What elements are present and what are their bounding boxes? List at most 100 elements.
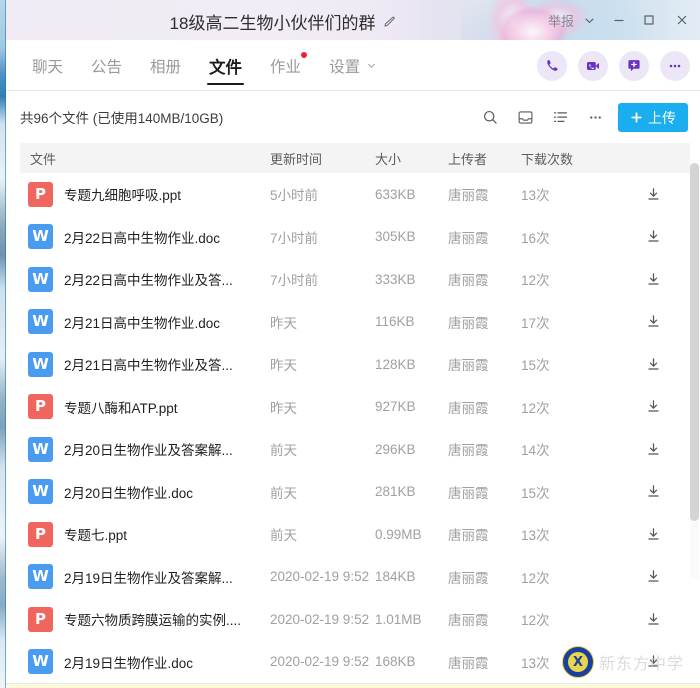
table-row[interactable]: W2月22日高中生物作业.doc7小时前305KB唐丽霞16次 — [20, 216, 690, 259]
download-icon[interactable] — [646, 569, 661, 584]
column-header-file[interactable]: 文件 — [20, 149, 270, 168]
tab-announcement[interactable]: 公告 — [77, 40, 136, 91]
file-downloads: 12次 — [521, 567, 617, 587]
tab-homework[interactable]: 作业 — [256, 40, 315, 91]
file-name-cell[interactable]: W2月22日高中生物作业及答... — [20, 267, 270, 292]
upload-button[interactable]: 上传 — [618, 103, 688, 132]
file-update-time: 昨天 — [270, 397, 375, 417]
download-icon[interactable] — [646, 314, 661, 329]
file-update-time: 前天 — [270, 524, 375, 544]
file-type-doc-icon: W — [28, 224, 53, 249]
file-uploader: 唐丽霞 — [448, 567, 521, 587]
file-storage-summary: 共96个文件 (已使用140MB/10GB) — [20, 107, 223, 127]
file-name-cell[interactable]: W2月20日生物作业.doc — [20, 479, 270, 504]
file-downloads: 15次 — [521, 482, 617, 502]
file-downloads: 13次 — [521, 524, 617, 544]
file-name-cell[interactable]: P专题九细胞呼吸.ppt — [20, 182, 270, 207]
header-action-buttons — [537, 40, 690, 91]
file-name-cell[interactable]: W2月22日高中生物作业.doc — [20, 224, 270, 249]
file-update-time: 7小时前 — [270, 269, 375, 289]
download-icon[interactable] — [646, 612, 661, 627]
download-icon[interactable] — [646, 272, 661, 287]
file-name-cell[interactable]: P专题七.ppt — [20, 522, 270, 547]
table-row[interactable]: W2月19日生物作业.doc2020-02-19 9:52168KB唐丽霞13次 — [20, 641, 690, 684]
file-update-time: 7小时前 — [270, 227, 375, 247]
tab-files[interactable]: 文件 — [195, 40, 256, 91]
table-row[interactable]: W2月20日生物作业.doc前天281KB唐丽霞15次 — [20, 471, 690, 514]
maximize-icon[interactable] — [634, 0, 664, 40]
tab-chat[interactable]: 聊天 — [18, 40, 77, 91]
inbox-tray-icon[interactable] — [517, 109, 534, 126]
scrollbar-thumb[interactable] — [690, 163, 699, 521]
file-name-cell[interactable]: W2月21日高中生物作业.doc — [20, 309, 270, 334]
file-name: 专题六物质跨膜运输的实例.... — [64, 609, 241, 629]
file-size: 128KB — [375, 357, 448, 372]
column-header-uploader[interactable]: 上传者 — [448, 149, 521, 168]
pencil-edit-icon[interactable] — [383, 15, 396, 28]
tab-settings[interactable]: 设置 — [315, 40, 391, 91]
download-icon[interactable] — [646, 229, 661, 244]
video-call-icon[interactable] — [578, 51, 608, 81]
file-name-cell[interactable]: P专题六物质跨膜运输的实例.... — [20, 607, 270, 632]
file-name-cell[interactable]: P 专题八酶和ATP.ppt — [20, 394, 270, 419]
table-row[interactable]: P专题九细胞呼吸.ppt5小时前633KB唐丽霞13次 — [20, 173, 690, 216]
table-row[interactable]: P专题六物质跨膜运输的实例....2020-02-19 9:521.01MB唐丽… — [20, 598, 690, 641]
file-downloads: 12次 — [521, 397, 617, 417]
file-uploader: 唐丽霞 — [448, 184, 521, 204]
file-name: 2月19日生物作业及答案解... — [64, 567, 233, 587]
notification-badge-dot — [301, 52, 307, 58]
tab-list: 聊天 公告 相册 文件 作业 设置 — [18, 40, 391, 91]
file-update-time: 昨天 — [270, 312, 375, 332]
file-name: 2月21日高中生物作业.doc — [64, 312, 220, 332]
table-row[interactable]: P专题八酶和ATP.ppt昨天927KB唐丽霞12次 — [20, 386, 690, 429]
tab-label: 文件 — [209, 54, 242, 78]
close-icon[interactable] — [664, 0, 700, 40]
search-icon[interactable] — [482, 109, 499, 126]
download-icon[interactable] — [646, 527, 661, 542]
download-icon[interactable] — [646, 357, 661, 372]
file-uploader: 唐丽霞 — [448, 439, 521, 459]
file-type-ppt-icon: P — [28, 394, 53, 419]
table-row[interactable]: P专题七.ppt前天0.99MB唐丽霞13次 — [20, 513, 690, 556]
more-icon[interactable] — [587, 109, 604, 126]
file-size: 333KB — [375, 272, 448, 287]
report-button[interactable]: 举报 — [548, 11, 574, 30]
file-update-time: 5小时前 — [270, 184, 375, 204]
file-name: 2月20日生物作业.doc — [64, 482, 193, 502]
file-name-cell[interactable]: W2月19日生物作业及答案解... — [20, 564, 270, 589]
voice-call-icon[interactable] — [537, 51, 567, 81]
tab-label: 设置 — [329, 55, 360, 77]
table-row[interactable]: W2月21日高中生物作业及答...昨天128KB唐丽霞15次 — [20, 343, 690, 386]
column-header-downloads[interactable]: 下载次数 — [521, 149, 617, 168]
table-row[interactable]: W2月19日生物作业及答案解...2020-02-19 9:52184KB唐丽霞… — [20, 556, 690, 599]
table-row[interactable]: W2月21日高中生物作业.doc昨天116KB唐丽霞17次 — [20, 301, 690, 344]
column-header-size[interactable]: 大小 — [375, 149, 448, 168]
file-uploader: 唐丽霞 — [448, 354, 521, 374]
file-name-cell[interactable]: W2月19日生物作业.doc — [20, 649, 270, 674]
chevron-down-icon[interactable] — [574, 0, 604, 40]
download-icon[interactable] — [646, 654, 661, 669]
table-row[interactable]: W2月20日生物作业及答案解...前天296KB唐丽霞14次 — [20, 428, 690, 471]
file-name: 专题八酶和ATP.ppt — [64, 397, 178, 417]
more-options-icon[interactable] — [660, 51, 690, 81]
download-icon[interactable] — [646, 442, 661, 457]
file-update-time: 2020-02-19 9:52 — [270, 612, 375, 627]
tab-album[interactable]: 相册 — [136, 40, 195, 91]
file-name-cell[interactable]: W2月21日高中生物作业及答... — [20, 352, 270, 377]
file-downloads: 16次 — [521, 227, 617, 247]
file-name: 2月20日生物作业及答案解... — [64, 439, 233, 459]
list-view-icon[interactable] — [552, 109, 569, 126]
add-member-icon[interactable] — [619, 51, 649, 81]
file-name-cell[interactable]: W 2月20日生物作业及答案解... — [20, 437, 270, 462]
file-type-doc-icon: W — [28, 437, 53, 462]
file-downloads: 14次 — [521, 439, 617, 459]
minimize-icon[interactable] — [604, 0, 634, 40]
file-list[interactable]: P专题九细胞呼吸.ppt5小时前633KB唐丽霞13次W2月22日高中生物作业.… — [20, 173, 690, 688]
column-header-time[interactable]: 更新时间 — [270, 149, 375, 168]
table-row[interactable]: W2月22日高中生物作业及答...7小时前333KB唐丽霞12次 — [20, 258, 690, 301]
file-update-time: 前天 — [270, 482, 375, 502]
download-icon[interactable] — [646, 399, 661, 414]
file-type-ppt-icon: P — [28, 522, 53, 547]
download-icon[interactable] — [646, 484, 661, 499]
download-icon[interactable] — [646, 187, 661, 202]
